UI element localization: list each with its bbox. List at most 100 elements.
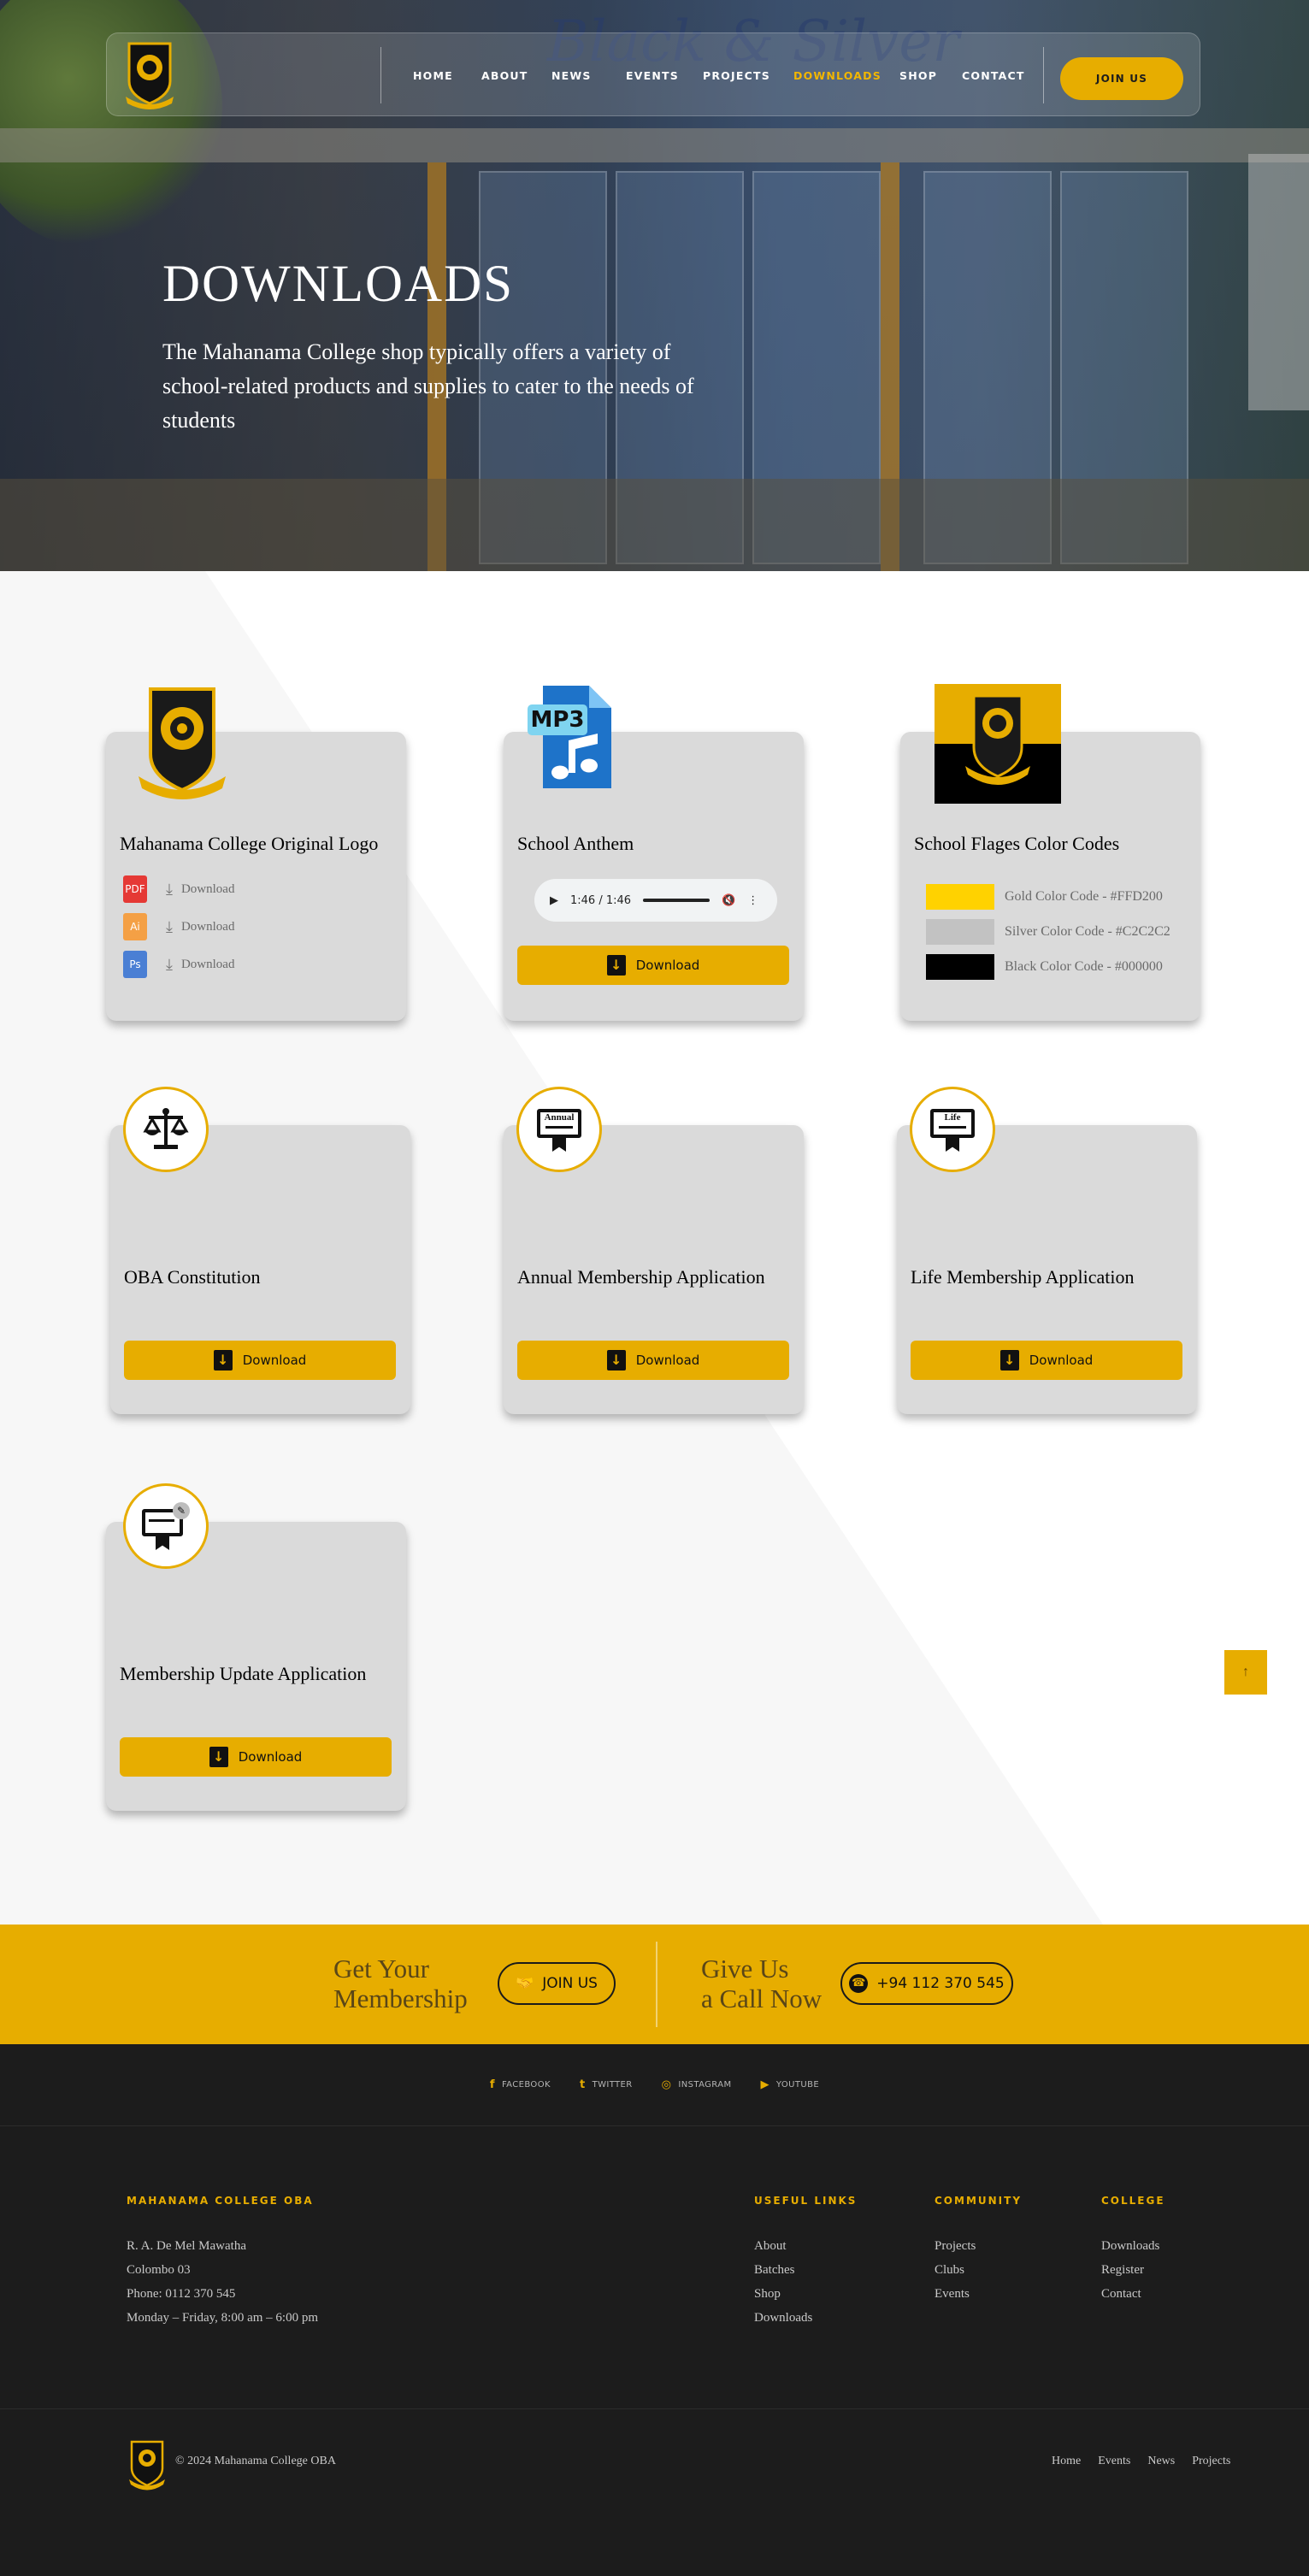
footer-link-events[interactable]: Events bbox=[935, 2282, 976, 2306]
address-line: Colombo 03 bbox=[127, 2263, 191, 2277]
black-swatch bbox=[926, 954, 994, 980]
file-row-pdf: PDF ⤓ Download bbox=[123, 875, 234, 903]
footer-link-shop[interactable]: Shop bbox=[754, 2282, 812, 2306]
social-label: INSTAGRAM bbox=[678, 2080, 732, 2090]
pdf-file-icon: PDF bbox=[123, 875, 147, 903]
footer-link-contact[interactable]: Contact bbox=[1101, 2282, 1159, 2306]
social-label: FACEBOOK bbox=[501, 2080, 551, 2090]
nav-news[interactable]: NEWS bbox=[551, 69, 626, 82]
address-line: R. A. De Mel Mawatha bbox=[127, 2239, 246, 2253]
audio-player: ▶ 1:46 / 1:46 🔇 ⋮ bbox=[534, 879, 777, 922]
nav-projects[interactable]: PROJECTS bbox=[703, 69, 793, 82]
download-card-anthem: MP3 School Anthem ▶ 1:46 / 1:46 🔇 ⋮ Down… bbox=[504, 686, 804, 1021]
download-link-label: Download bbox=[180, 919, 235, 934]
cta-divider bbox=[656, 1942, 657, 2027]
download-icon bbox=[606, 955, 626, 976]
nav-events[interactable]: EVENTS bbox=[626, 69, 703, 82]
scroll-to-top-button[interactable]: ↑ bbox=[1224, 1650, 1267, 1695]
footer-link-projects[interactable]: Projects bbox=[935, 2234, 976, 2258]
footer-college-heading: COLLEGE bbox=[1101, 2195, 1165, 2207]
page-subtitle: The Mahanama College shop typically offe… bbox=[162, 339, 694, 433]
hero-building-decor bbox=[1248, 154, 1309, 410]
footer-address: R. A. De Mel Mawatha Colombo 03 Phone: 0… bbox=[127, 2234, 318, 2330]
address-hours: Monday – Friday, 8:00 am – 6:00 pm bbox=[127, 2311, 319, 2325]
footer-separator bbox=[0, 2408, 1309, 2409]
nav-contact[interactable]: CONTACT bbox=[962, 69, 1030, 82]
download-card-annual: Annual Annual Membership Application Dow… bbox=[504, 1087, 804, 1414]
footer-link-clubs[interactable]: Clubs bbox=[935, 2258, 976, 2282]
download-link-pdf[interactable]: ⤓ Download bbox=[166, 881, 234, 899]
join-us-button[interactable]: JOIN US bbox=[1060, 57, 1183, 100]
social-youtube[interactable]: ▶ YOUTUBE bbox=[761, 2078, 820, 2091]
mute-icon[interactable]: 🔇 bbox=[722, 894, 735, 907]
nav-downloads[interactable]: DOWNLOADS bbox=[793, 69, 899, 82]
card-title: OBA Constitution bbox=[124, 1266, 261, 1288]
footer-copyright: © 2024 Mahanama College OBA bbox=[175, 2455, 336, 2467]
card-title: Membership Update Application bbox=[120, 1663, 367, 1684]
color-swatch-row-gold: Gold Color Code - #FFD200 bbox=[926, 884, 1163, 910]
college-crest-icon bbox=[135, 684, 229, 806]
cta-membership-line1: Get Your bbox=[333, 1954, 429, 1984]
footer-link-about[interactable]: About bbox=[754, 2234, 812, 2258]
hero-floor-decor bbox=[0, 479, 1309, 571]
twitter-icon: t bbox=[579, 2078, 586, 2091]
life-icon-text: Life bbox=[944, 1112, 961, 1123]
hero-section: Black & Silver HOME ABOUT NEWS EVENTS PR… bbox=[0, 0, 1309, 571]
cta-join-label: JOIN US bbox=[542, 1975, 598, 1992]
card-title: School Anthem bbox=[517, 833, 634, 854]
social-twitter[interactable]: t TWITTER bbox=[580, 2078, 633, 2091]
download-icon: ⤓ bbox=[166, 955, 173, 973]
cta-banner: Get Your Membership 🤝 JOIN US Give Us a … bbox=[0, 1925, 1309, 2044]
audio-progress-bar[interactable] bbox=[643, 899, 711, 902]
footer-useful-links: About Batches Shop Downloads bbox=[754, 2234, 812, 2330]
footer-bottom-events[interactable]: Events bbox=[1098, 2455, 1130, 2468]
cta-join-button[interactable]: 🤝 JOIN US bbox=[498, 1962, 616, 2005]
download-button[interactable]: Download bbox=[120, 1737, 392, 1777]
download-button[interactable]: Download bbox=[911, 1341, 1182, 1380]
nav-about[interactable]: ABOUT bbox=[481, 69, 551, 82]
social-instagram[interactable]: ◎ INSTAGRAM bbox=[662, 2078, 732, 2091]
nav-shop[interactable]: SHOP bbox=[899, 69, 962, 82]
download-link-ai[interactable]: ⤓ Download bbox=[166, 918, 234, 936]
college-crest-logo[interactable] bbox=[124, 40, 175, 110]
nav-home[interactable]: HOME bbox=[413, 69, 481, 82]
footer-bottom-links: Home Events News Projects bbox=[1052, 2455, 1230, 2468]
instagram-icon: ◎ bbox=[661, 2078, 672, 2091]
footer-link-downloads[interactable]: Downloads bbox=[1101, 2234, 1159, 2258]
color-swatch-row-silver: Silver Color Code - #C2C2C2 bbox=[926, 919, 1170, 945]
mp3-badge: MP3 bbox=[528, 704, 587, 735]
download-button[interactable]: Download bbox=[124, 1341, 396, 1380]
download-card-life: Life Life Membership Application Downloa… bbox=[897, 1087, 1197, 1414]
footer-link-register[interactable]: Register bbox=[1101, 2258, 1159, 2282]
download-card-logo: Mahanama College Original Logo PDF ⤓ Down… bbox=[106, 687, 406, 1021]
site-footer: f FACEBOOK t TWITTER ◎ INSTAGRAM ▶ YOUTUBE M… bbox=[0, 2044, 1309, 2576]
footer-bottom-home[interactable]: Home bbox=[1052, 2455, 1081, 2468]
download-button[interactable]: Download bbox=[517, 1341, 789, 1380]
footer-link-downloads[interactable]: Downloads bbox=[754, 2306, 812, 2330]
cta-call-line1: Give Us bbox=[701, 1954, 789, 1984]
cta-phone-button[interactable]: ☎ +94 112 370 545 bbox=[840, 1962, 1013, 2005]
download-icon bbox=[213, 1350, 233, 1371]
download-button[interactable]: Download bbox=[517, 946, 789, 985]
download-link-ps[interactable]: ⤓ Download bbox=[166, 956, 234, 974]
social-label: TWITTER bbox=[592, 2080, 633, 2090]
footer-useful-links-heading: USEFUL LINKS bbox=[754, 2195, 858, 2207]
download-button-label: Download bbox=[238, 1749, 303, 1765]
play-icon[interactable]: ▶ bbox=[550, 894, 558, 907]
cta-membership-line2: Membership bbox=[333, 1984, 468, 2013]
life-certificate-icon: Life bbox=[910, 1087, 995, 1172]
footer-link-batches[interactable]: Batches bbox=[754, 2258, 812, 2282]
swatch-label: Gold Color Code - #FFD200 bbox=[1005, 889, 1163, 904]
nav-divider bbox=[1043, 47, 1044, 103]
footer-crest-logo[interactable] bbox=[128, 2439, 166, 2495]
cta-membership-text: Get Your Membership bbox=[333, 1954, 468, 2013]
footer-bottom-news[interactable]: News bbox=[1147, 2455, 1175, 2468]
school-flag-image bbox=[935, 684, 1061, 804]
page-title: DOWNLOADS bbox=[162, 256, 515, 313]
more-options-icon[interactable]: ⋮ bbox=[747, 894, 758, 907]
download-icon bbox=[209, 1747, 228, 1767]
certificate-edit-icon: ✎ bbox=[123, 1483, 209, 1569]
social-facebook[interactable]: f FACEBOOK bbox=[490, 2078, 551, 2091]
footer-bottom-projects[interactable]: Projects bbox=[1192, 2455, 1230, 2468]
mp3-file-icon: MP3 bbox=[528, 684, 613, 790]
